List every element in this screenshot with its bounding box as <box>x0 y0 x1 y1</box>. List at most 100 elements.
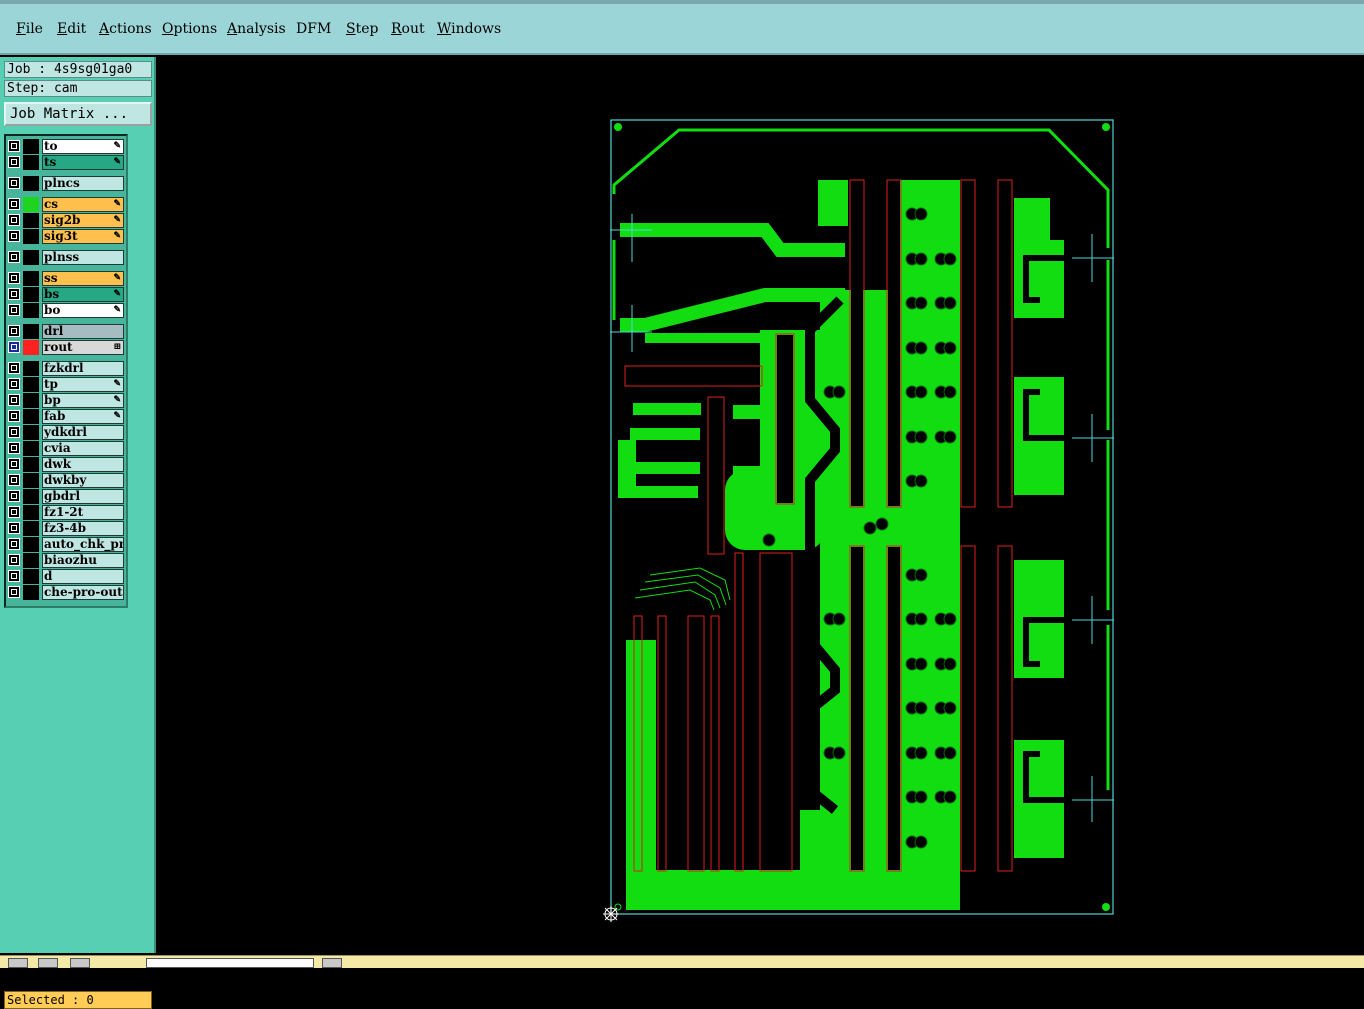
layer-color-swatch[interactable] <box>23 569 39 584</box>
layer-checkbox[interactable] <box>8 378 20 390</box>
layer-name[interactable]: dwkby <box>42 473 124 488</box>
layer-row-cvia[interactable]: cvia <box>6 441 126 456</box>
layer-color-swatch[interactable] <box>23 271 39 286</box>
layer-row-plncs[interactable]: plncs <box>6 176 126 191</box>
layer-checkbox[interactable] <box>8 538 20 550</box>
layer-checkbox[interactable] <box>8 325 20 337</box>
layer-row-rout[interactable]: rout ⊞ <box>6 340 126 355</box>
layer-checkbox[interactable] <box>8 362 20 374</box>
layer-color-swatch[interactable] <box>23 457 39 472</box>
layer-name[interactable]: plncs <box>42 176 124 191</box>
layer-row-tp[interactable]: tp ✎ <box>6 377 126 392</box>
layer-name[interactable]: drl <box>42 324 124 339</box>
layer-name[interactable]: auto_chk_pn. <box>42 537 124 552</box>
layer-checkbox[interactable] <box>8 506 20 518</box>
layer-name[interactable]: gbdrl <box>42 489 124 504</box>
layer-row-sig2b[interactable]: sig2b ✎ <box>6 213 126 228</box>
menu-rout[interactable]: Rout <box>391 21 425 37</box>
layer-name[interactable]: cvia <box>42 441 124 456</box>
layer-name[interactable]: to ✎ <box>42 139 124 154</box>
menu-actions[interactable]: Actions <box>99 21 152 37</box>
layer-name[interactable]: sig2b ✎ <box>42 213 124 228</box>
layer-checkbox[interactable] <box>8 272 20 284</box>
layer-row-bp[interactable]: bp ✎ <box>6 393 126 408</box>
layer-checkbox[interactable] <box>8 214 20 226</box>
layer-name[interactable]: bp ✎ <box>42 393 124 408</box>
layer-row-fz3-4b[interactable]: fz3-4b <box>6 521 126 536</box>
layer-name[interactable]: bs ✎ <box>42 287 124 302</box>
layer-checkbox[interactable] <box>8 490 20 502</box>
layer-checkbox[interactable] <box>8 198 20 210</box>
layer-color-swatch[interactable] <box>23 303 39 318</box>
layer-checkbox[interactable] <box>8 410 20 422</box>
layer-checkbox[interactable] <box>8 458 20 470</box>
layer-color-swatch[interactable] <box>23 155 39 170</box>
layer-color-swatch[interactable] <box>23 287 39 302</box>
menu-file[interactable]: File <box>16 21 43 37</box>
layer-name[interactable]: che-pro-out <box>42 585 124 600</box>
layer-row-che-pro-out[interactable]: che-pro-out <box>6 585 126 600</box>
layer-color-swatch[interactable] <box>23 139 39 154</box>
job-matrix-button[interactable]: Job Matrix ... <box>4 102 152 126</box>
layer-row-dwk[interactable]: dwk <box>6 457 126 472</box>
layer-color-swatch[interactable] <box>23 505 39 520</box>
menu-options[interactable]: Options <box>162 21 217 37</box>
layer-color-swatch[interactable] <box>23 250 39 265</box>
layer-name[interactable]: sig3t ✎ <box>42 229 124 244</box>
layer-checkbox[interactable] <box>8 426 20 438</box>
layer-row-plnss[interactable]: plnss <box>6 250 126 265</box>
layer-row-bo[interactable]: bo ✎ <box>6 303 126 318</box>
layer-checkbox[interactable] <box>8 304 20 316</box>
layer-checkbox[interactable] <box>8 156 20 168</box>
layer-color-swatch[interactable] <box>23 176 39 191</box>
layer-checkbox[interactable] <box>8 442 20 454</box>
layer-color-swatch[interactable] <box>23 340 39 355</box>
layer-row-ss[interactable]: ss ✎ <box>6 271 126 286</box>
layer-row-sig3t[interactable]: sig3t ✎ <box>6 229 126 244</box>
menu-dfm[interactable]: DFM <box>296 21 331 37</box>
layer-color-swatch[interactable] <box>23 213 39 228</box>
layer-row-ts[interactable]: ts ✎ <box>6 155 126 170</box>
layer-checkbox[interactable] <box>8 394 20 406</box>
layer-name[interactable]: fz1-2t <box>42 505 124 520</box>
layer-color-swatch[interactable] <box>23 197 39 212</box>
layer-name[interactable]: fzkdrl <box>42 361 124 376</box>
layer-row-to[interactable]: to ✎ <box>6 139 126 154</box>
layer-checkbox[interactable] <box>8 570 20 582</box>
layer-color-swatch[interactable] <box>23 393 39 408</box>
layer-row-bs[interactable]: bs ✎ <box>6 287 126 302</box>
layer-name[interactable]: fz3-4b <box>42 521 124 536</box>
layer-color-swatch[interactable] <box>23 553 39 568</box>
menu-windows[interactable]: Windows <box>437 21 501 37</box>
layer-row-dwkby[interactable]: dwkby <box>6 473 126 488</box>
layer-checkbox[interactable] <box>8 230 20 242</box>
layer-name[interactable]: rout ⊞ <box>42 340 124 355</box>
layer-checkbox[interactable] <box>8 140 20 152</box>
layer-color-swatch[interactable] <box>23 229 39 244</box>
layer-color-swatch[interactable] <box>23 521 39 536</box>
pcb-board-view[interactable] <box>156 57 1364 953</box>
layer-row-ydkdrl[interactable]: ydkdrl <box>6 425 126 440</box>
layer-row-biaozhu[interactable]: biaozhu <box>6 553 126 568</box>
layer-checkbox[interactable] <box>8 288 20 300</box>
menu-step[interactable]: Step <box>346 21 378 37</box>
layer-name[interactable]: d <box>42 569 124 584</box>
layer-color-swatch[interactable] <box>23 537 39 552</box>
layer-color-swatch[interactable] <box>23 361 39 376</box>
layer-name[interactable]: cs ✎ <box>42 197 124 212</box>
layer-name[interactable]: ss ✎ <box>42 271 124 286</box>
layer-name[interactable]: plnss <box>42 250 124 265</box>
layer-name[interactable]: fab ✎ <box>42 409 124 424</box>
layer-color-swatch[interactable] <box>23 409 39 424</box>
layer-color-swatch[interactable] <box>23 425 39 440</box>
layer-checkbox[interactable] <box>8 251 20 263</box>
layer-color-swatch[interactable] <box>23 473 39 488</box>
layer-name[interactable]: dwk <box>42 457 124 472</box>
layer-row-d[interactable]: d <box>6 569 126 584</box>
layer-name[interactable]: biaozhu <box>42 553 124 568</box>
layer-row-fab[interactable]: fab ✎ <box>6 409 126 424</box>
layer-color-swatch[interactable] <box>23 441 39 456</box>
layer-name[interactable]: tp ✎ <box>42 377 124 392</box>
layer-row-cs[interactable]: cs ✎ <box>6 197 126 212</box>
layer-row-fzkdrl[interactable]: fzkdrl <box>6 361 126 376</box>
